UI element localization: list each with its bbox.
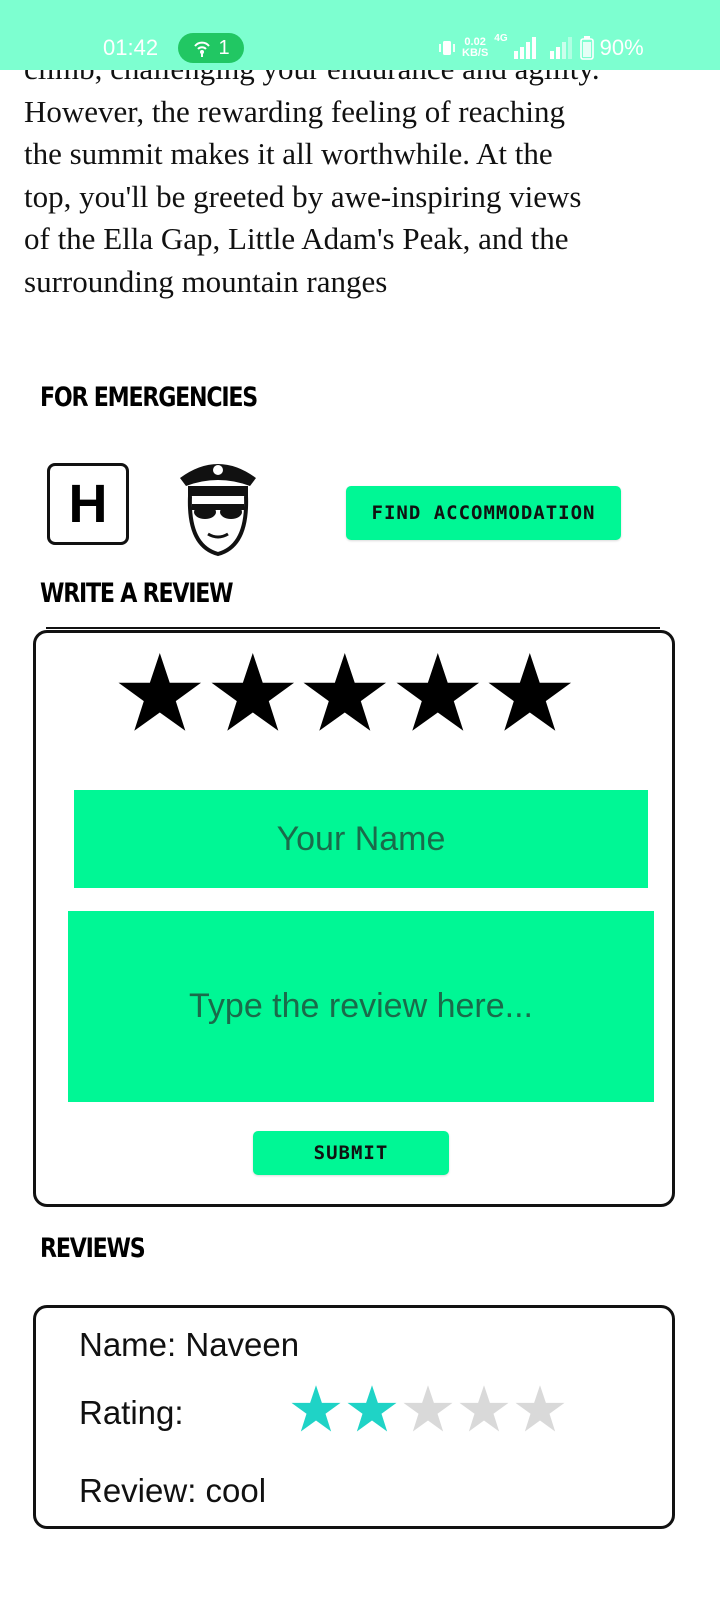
hotspot-indicator: 1 [178,33,244,63]
rating-input[interactable] [115,653,575,733]
description-line: top, you'll be greeted by awe-inspiring … [24,178,582,214]
star-icon[interactable] [485,653,575,733]
reviews-heading: REVIEWS [40,1233,146,1264]
review-text: Review: cool [79,1472,267,1509]
net-speed: 0.02 KB/S [462,36,489,59]
police-icon[interactable] [170,450,266,558]
hotspot-count: 1 [218,36,230,59]
star-icon [403,1385,453,1432]
submit-button[interactable]: SUBMIT [253,1131,449,1175]
battery-percent: 90% [599,35,644,60]
description-line: the summit makes it all worthwhile. At t… [24,136,553,171]
star-icon [459,1385,509,1432]
star-icon [515,1385,565,1432]
description-line: of the Ella Gap, Little Adam's Peak, and… [24,221,569,256]
status-time: 01:42 [103,35,159,60]
hospital-icon[interactable]: H [47,463,129,545]
hotspot-icon [194,41,211,57]
review-input-placeholder: Type the review here... [189,987,533,1025]
status-bar: 01:42 1 0.02 KB/S 4G 90% [0,0,720,70]
status-icons: 0.02 KB/S 4G 90% [438,33,644,63]
star-icon[interactable] [393,653,483,733]
review-author: Name: Naveen [79,1326,300,1363]
description-line: However, the rewarding feeling of reachi… [24,93,566,129]
battery-icon [579,36,594,60]
name-input-placeholder: Your Name [276,819,446,858]
attraction-description: climb, challenging your endurance and ag… [24,48,704,303]
vibrate-icon [439,41,455,55]
review-rating-label: Rating: [79,1394,184,1431]
star-icon[interactable] [208,653,298,733]
write-review-heading: WRITE A REVIEW [40,578,234,609]
signal-icon [549,37,572,59]
signal-icon [513,37,536,59]
name-input[interactable]: Your Name [74,790,648,888]
review-text-input[interactable]: Type the review here... [68,911,654,1102]
find-accommodation-button[interactable]: FIND ACCOMMODATION [346,486,621,540]
star-icon[interactable] [300,653,390,733]
star-icon [291,1385,341,1432]
description-line: surrounding mountain ranges [24,263,388,299]
divider [46,627,660,633]
network-type: 4G [494,33,508,44]
emergencies-heading: FOR EMERGENCIES [40,382,258,413]
star-icon [347,1385,397,1432]
review-rating-stars [291,1385,565,1433]
star-icon[interactable] [115,653,205,733]
